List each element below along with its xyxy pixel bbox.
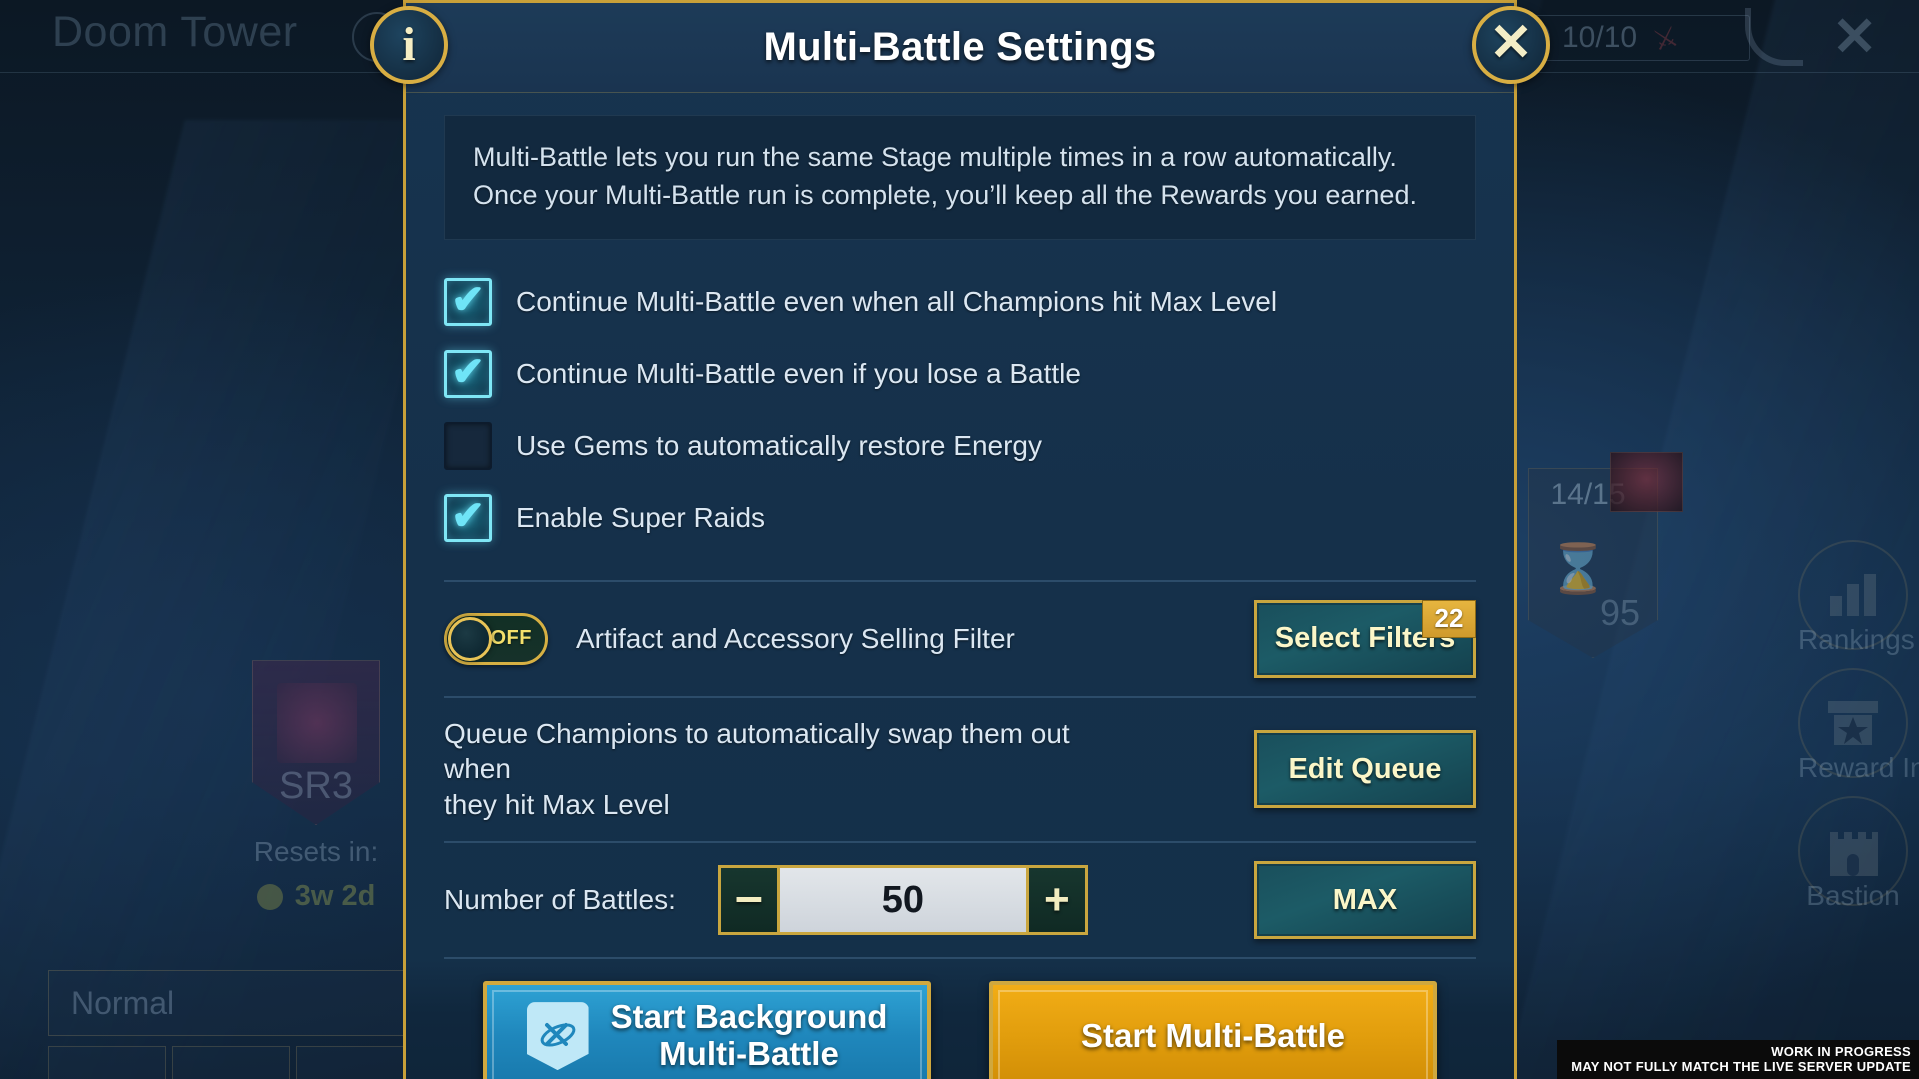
start-background-line-2: Multi-Battle (659, 1035, 839, 1073)
checkbox-super-raids[interactable]: ✔ (444, 493, 492, 542)
energy-icon: ⚔ (1649, 19, 1682, 57)
game-screen: Doom Tower i + 10/10 ⚔ ✕ SR3 Resets in: … (0, 0, 1919, 1079)
watermark-line-1: WORK IN PROGRESS (1771, 1044, 1911, 1059)
dialog-title: Multi-Battle Settings (763, 25, 1157, 69)
queue-champions-row: Queue Champions to automatically swap th… (444, 698, 1476, 844)
edit-queue-button[interactable]: Edit Queue (1254, 730, 1476, 809)
checkbox-max-level[interactable]: ✔ (444, 277, 492, 326)
info-button[interactable]: i (370, 6, 448, 84)
number-of-battles-row: Number of Battles: – 50 + MAX (444, 843, 1476, 960)
energy-bar[interactable]: + 10/10 ⚔ (1512, 15, 1750, 61)
start-background-line-1: Start Background (610, 998, 888, 1036)
dialog-header: i Multi-Battle Settings ✕ (370, 3, 1550, 93)
corner-arc-decor (1745, 8, 1803, 66)
description-line-2: Once your Multi-Battle run is complete, … (473, 180, 1417, 211)
start-background-multi-battle-button[interactable]: Start Background Multi-Battle (483, 981, 931, 1079)
queue-label-line-1: Queue Champions to automatically swap th… (444, 717, 1070, 785)
checkbox-label: Use Gems to automatically restore Energy (516, 429, 1042, 461)
checkbox-row-super-raids[interactable]: ✔ Enable Super Raids (444, 482, 1476, 554)
selling-filter-row: OFF Artifact and Accessory Selling Filte… (444, 582, 1476, 698)
checkbox-row-max-level[interactable]: ✔ Continue Multi-Battle even when all Ch… (444, 266, 1476, 338)
watermark-line-2: MAY NOT FULLY MATCH THE LIVE SERVER UPDA… (1571, 1059, 1911, 1074)
battles-value[interactable]: 50 (779, 865, 1026, 936)
filter-count-badge: 22 (1422, 599, 1476, 638)
checkbox-label: Continue Multi-Battle even if you lose a… (516, 357, 1081, 389)
hourglass-icon: ⌛ (1548, 543, 1608, 596)
sidebar-item-reward-info[interactable]: Reward Info (1798, 668, 1919, 784)
stage-shield-label: SR3 (279, 765, 353, 807)
toggle-knob (448, 616, 492, 661)
close-icon: ✕ (1489, 14, 1533, 72)
watermark: WORK IN PROGRESS MAY NOT FULLY MATCH THE… (1557, 1040, 1919, 1079)
number-of-battles-label: Number of Battles: (444, 884, 676, 916)
clock-icon (256, 883, 283, 910)
checkbox-use-gems[interactable] (444, 421, 492, 470)
selling-filter-toggle[interactable]: OFF (444, 612, 548, 665)
dialog-actions: Start Background Multi-Battle Start Mult… (406, 959, 1514, 1079)
checkbox-lose-battle[interactable]: ✔ (444, 349, 492, 398)
description-panel: Multi-Battle lets you run the same Stage… (444, 115, 1476, 240)
plus-icon: + (1044, 875, 1070, 925)
battles-stepper: – 50 + (717, 865, 1088, 936)
energy-value: 10/10 (1562, 21, 1638, 54)
sidebar-item-rankings[interactable]: Rankings (1798, 540, 1915, 656)
start-multi-battle-label: Start Multi-Battle (1081, 1016, 1345, 1054)
sidebar-item-label: Rankings (1798, 624, 1915, 655)
close-button[interactable]: ✕ (1472, 6, 1550, 84)
toggle-state-label: OFF (490, 627, 532, 650)
start-multi-battle-button[interactable]: Start Multi-Battle (989, 981, 1437, 1079)
max-label: MAX (1332, 883, 1398, 916)
shield-emblem-icon (277, 683, 357, 763)
minus-icon: – (734, 868, 763, 925)
selling-filter-label: Artifact and Accessory Selling Filter (576, 622, 1015, 654)
stage-thumbnail (1610, 452, 1683, 512)
info-icon: i (402, 18, 416, 71)
sidebar-item-bastion[interactable]: Bastion (1798, 796, 1908, 912)
increment-button[interactable]: + (1025, 865, 1088, 936)
max-button[interactable]: MAX (1254, 861, 1476, 940)
bg-decor-diagonal (0, 120, 465, 1079)
multi-battle-settings-dialog: i Multi-Battle Settings ✕ Multi-Battle l… (370, 0, 1550, 1079)
check-icon: ✔ (451, 493, 485, 538)
start-background-label: Start Background Multi-Battle (610, 998, 888, 1073)
background-battle-icon (526, 1002, 589, 1071)
check-icon: ✔ (451, 277, 485, 322)
checkbox-label: Continue Multi-Battle even when all Cham… (516, 285, 1278, 317)
close-icon[interactable]: ✕ (1832, 5, 1877, 68)
queue-champions-label: Queue Champions to automatically swap th… (444, 716, 1104, 823)
queue-label-line-2: they hit Max Level (444, 789, 670, 821)
bottom-tile[interactable] (48, 1046, 166, 1079)
edit-queue-label: Edit Queue (1288, 752, 1442, 785)
checkbox-row-use-gems[interactable]: Use Gems to automatically restore Energy (444, 410, 1476, 482)
select-filters-button[interactable]: Select Filters 22 (1254, 599, 1476, 678)
checkbox-row-lose-battle[interactable]: ✔ Continue Multi-Battle even if you lose… (444, 338, 1476, 410)
description-line-1: Multi-Battle lets you run the same Stage… (473, 142, 1397, 172)
bottom-tile[interactable] (296, 1046, 414, 1079)
dialog-body: Multi-Battle lets you run the same Stage… (406, 93, 1514, 1079)
checkbox-label: Enable Super Raids (516, 501, 766, 533)
bottom-tile[interactable] (172, 1046, 290, 1079)
resets-timer-value: 3w 2d (294, 880, 376, 912)
check-icon: ✔ (451, 349, 485, 394)
stage-number: 95 (1599, 592, 1641, 633)
sidebar-item-label: Bastion (1806, 880, 1900, 911)
checkbox-group: ✔ Continue Multi-Battle even when all Ch… (444, 266, 1476, 582)
difficulty-dropdown[interactable]: Normal (48, 970, 410, 1036)
decrement-button[interactable]: – (717, 865, 780, 936)
sidebar-item-label: Reward Info (1798, 752, 1919, 783)
page-title: Doom Tower (52, 8, 298, 56)
